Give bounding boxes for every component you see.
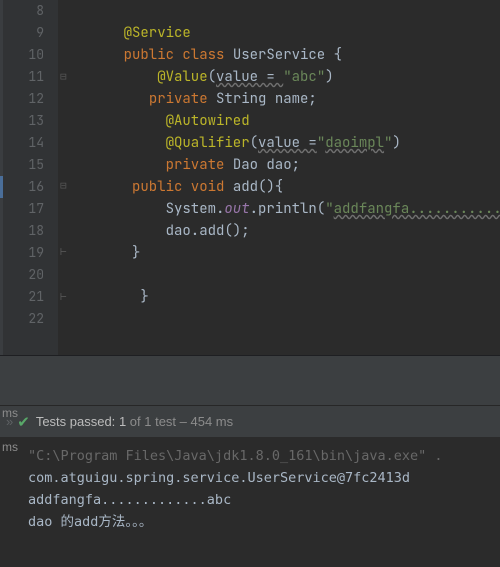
code-line[interactable]: dao.add(); xyxy=(90,220,500,242)
line-number: 19 xyxy=(0,242,44,264)
side-tab-fragment[interactable]: ms xyxy=(2,406,18,420)
code-line[interactable]: System.out.println("addfangfa........... xyxy=(90,198,500,220)
code-line[interactable] xyxy=(90,264,500,286)
line-number: 13 xyxy=(0,110,44,132)
console-line: com.atguigu.spring.service.UserService@7… xyxy=(28,467,500,489)
console-line: "C:\Program Files\Java\jdk1.8.0_161\bin\… xyxy=(28,445,500,467)
line-number: 12 xyxy=(0,88,44,110)
code-line[interactable]: } xyxy=(90,286,500,308)
tests-passed-count: 1 xyxy=(115,414,129,429)
code-line[interactable]: private Dao dao; xyxy=(90,154,500,176)
console-line: addfangfa.............abc xyxy=(28,489,500,511)
line-number: 22 xyxy=(0,308,44,330)
line-number: 8 xyxy=(0,0,44,22)
code-line[interactable]: @Qualifier(value ="daoimpl") xyxy=(90,132,500,154)
code-line[interactable] xyxy=(90,0,500,22)
code-line[interactable]: public void add(){ xyxy=(90,176,500,198)
line-number: 14 xyxy=(0,132,44,154)
tests-passed-icon: ✔ xyxy=(17,413,36,431)
line-number: 9 xyxy=(0,22,44,44)
line-number: 11 xyxy=(0,66,44,88)
side-tab-fragment[interactable]: ms xyxy=(2,440,18,454)
code-editor[interactable]: 8910111213141516171819202122 ⊟ ⊟ ⊢ ⊢ @Se… xyxy=(0,0,500,355)
console-output: "C:\Program Files\Java\jdk1.8.0_161\bin\… xyxy=(4,445,500,533)
breakpoint-strip[interactable] xyxy=(0,0,3,355)
line-number: 21 xyxy=(0,286,44,308)
code-line[interactable]: public class UserService { xyxy=(90,44,500,66)
code-line[interactable]: private String name; xyxy=(90,88,500,110)
line-number: 10 xyxy=(0,44,44,66)
line-number: 17 xyxy=(0,198,44,220)
code-line[interactable]: @Value(value = "abc") xyxy=(90,66,500,88)
code-line[interactable]: @Autowired xyxy=(90,110,500,132)
line-number: 16 xyxy=(0,176,44,198)
code-line[interactable]: @Service xyxy=(90,22,500,44)
line-gutter: 8910111213141516171819202122 xyxy=(0,0,58,355)
code-line[interactable]: } xyxy=(90,242,500,264)
code-area[interactable]: @Service public class UserService { @Val… xyxy=(58,0,500,355)
line-number: 15 xyxy=(0,154,44,176)
console-line: dao 的add方法。。。 xyxy=(28,511,500,533)
tests-summary-suffix: of 1 test – 454 ms xyxy=(130,414,233,429)
line-number: 20 xyxy=(0,264,44,286)
line-number: 18 xyxy=(0,220,44,242)
code-line[interactable] xyxy=(90,308,500,330)
